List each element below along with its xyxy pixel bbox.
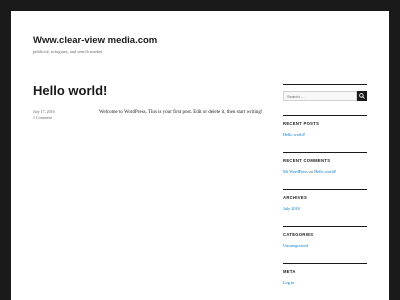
widget-categories: CATEGORIES Uncategorized (283, 226, 367, 249)
archive-link[interactable]: July 2016 (283, 206, 300, 211)
divider (283, 189, 367, 190)
comment-author-link[interactable]: Mr WordPress (283, 169, 308, 174)
divider (283, 152, 367, 153)
site-header: Www.clear-view media.com publicité, info… (33, 35, 157, 54)
post-comments-link[interactable]: 1 Comment (33, 115, 55, 121)
widget-recent-posts: RECENT POSTS Hello world! (283, 115, 367, 138)
search-form: Search … (283, 91, 367, 101)
search-input[interactable]: Search … (283, 91, 357, 101)
post-title[interactable]: Hello world! (33, 83, 107, 98)
site-description: publicité, infogiaes, and search market (33, 49, 103, 54)
widget-recent-comments: RECENT COMMENTS Mr WordPress on Hello wo… (283, 152, 367, 175)
widget-title: ARCHIVES (283, 195, 308, 200)
widget-title: RECENT COMMENTS (283, 158, 331, 163)
login-link[interactable]: Log in (283, 280, 294, 285)
sidebar: Search … RECENT POSTS Hello world! RECEN… (283, 84, 367, 286)
divider (283, 84, 367, 85)
recent-post-link[interactable]: Hello world! (283, 132, 305, 137)
widget-title: META (283, 269, 296, 274)
post-meta: July 17, 2016 1 Comment (33, 109, 55, 121)
recent-comment-item: Mr WordPress on Hello world! (283, 169, 367, 175)
category-link[interactable]: Uncategorized (283, 243, 308, 248)
page: Www.clear-view media.com publicité, info… (11, 11, 389, 300)
divider (283, 115, 367, 116)
comment-post-link[interactable]: Hello world! (314, 169, 336, 174)
comment-on-text: on (308, 169, 314, 174)
site-title-link[interactable]: Www.clear-view media.com (33, 35, 157, 46)
search-icon (359, 93, 365, 99)
widget-title: CATEGORIES (283, 232, 314, 237)
widget-meta: META Log in (283, 263, 367, 286)
search-button[interactable] (357, 91, 367, 101)
post-content: Welcome to WordPress. This is your first… (99, 110, 263, 115)
divider (283, 263, 367, 264)
widget-archives: ARCHIVES July 2016 (283, 189, 367, 212)
widget-title: RECENT POSTS (283, 121, 320, 126)
divider (283, 226, 367, 227)
